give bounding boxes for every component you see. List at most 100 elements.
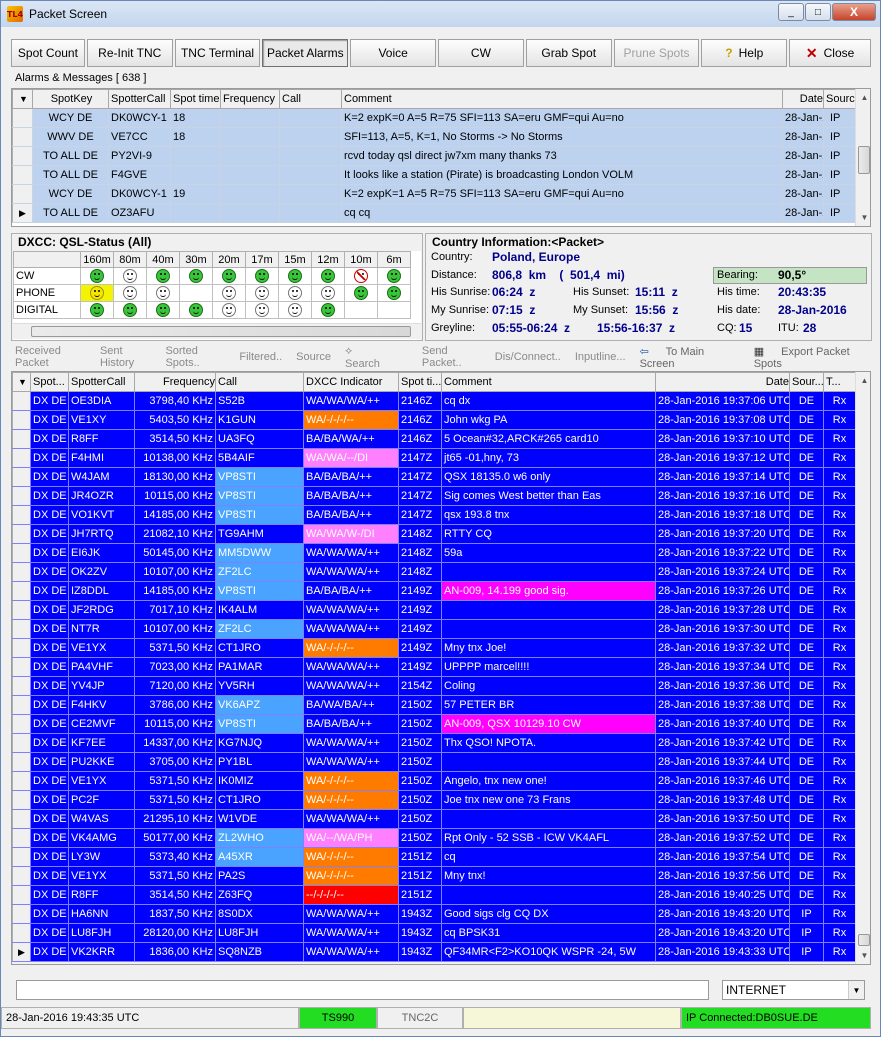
qsl-cell[interactable] — [311, 301, 345, 319]
spot-row[interactable]: DX DE YV4JP 7120,00 KHz YV5RH WA/WA/WA/++ 215… — [12, 676, 856, 696]
dxcc-hscroll[interactable] — [13, 323, 421, 339]
spot-row[interactable]: DX DE F4HMI 10138,00 KHz 5B4AIF WA/WA/--/DI 2… — [12, 448, 856, 468]
spot-row[interactable]: DX DE W4VAS 21295,10 KHz W1VDE WA/WA/WA/++ 21… — [12, 809, 856, 829]
spot-row[interactable]: DX DE JF2RDG 7017,10 KHz IK4ALM WA/WA/WA/++ 2… — [12, 600, 856, 620]
qsl-cell[interactable] — [278, 267, 312, 285]
to-main-screen-button[interactable]: ⇦ To Main Screen — [640, 345, 740, 370]
spot-row[interactable]: DX DE VE1YX 5371,50 KHz CT1JRO WA/-/-/-/-- 21… — [12, 638, 856, 658]
send-packet-button[interactable]: Send Packet.. — [422, 345, 481, 369]
qsl-cell[interactable] — [311, 267, 345, 285]
spot-row[interactable]: DX DE EI6JK 50145,00 KHz MM5DWW WA/WA/WA/++ 2… — [12, 543, 856, 563]
qsl-cell[interactable] — [146, 301, 180, 319]
qsl-cell[interactable] — [245, 267, 279, 285]
scroll-down-icon[interactable]: ▼ — [856, 209, 870, 226]
window-close-button[interactable]: X — [832, 3, 876, 21]
alarm-row[interactable]: WWV DE VE7CC 18 SFI=113, A=5, K=1, No Storm… — [12, 127, 856, 147]
alarms-column-header[interactable]: Date — [782, 89, 824, 109]
alarm-row[interactable]: ▶TO ALL DEOZ3AFU cq cq28-Jan-2016 19:08:1… — [12, 203, 856, 223]
qsl-cell[interactable] — [113, 284, 147, 302]
scroll-thumb[interactable] — [858, 934, 870, 946]
toolbar-button-spot-count[interactable]: Spot Count — [11, 39, 85, 67]
qsl-cell[interactable] — [212, 267, 246, 285]
alarms-column-header[interactable]: SpotKey — [32, 89, 109, 109]
spot-row[interactable]: DX DE R8FF 3514,50 KHz Z63FQ --/-/-/-/-- 2151… — [12, 885, 856, 905]
spot-row[interactable]: DX DE JH7RTQ 21082,10 KHz TG9AHM WA/WA/W-/DI… — [12, 524, 856, 544]
qsl-cell[interactable] — [80, 301, 114, 319]
qsl-cell[interactable] — [245, 301, 279, 319]
spots-column-header[interactable]: DXCC Indicator — [303, 372, 399, 392]
hscroll-thumb[interactable] — [31, 326, 411, 337]
qsl-cell[interactable] — [146, 284, 180, 302]
spots-column-header[interactable]: Frequency — [134, 372, 216, 392]
source-button[interactable]: Source — [296, 351, 331, 363]
chevron-down-icon[interactable]: ▼ — [848, 981, 864, 999]
spot-row[interactable]: DX DE VO1KVT 14185,00 KHz VP8STI BA/BA/BA/++… — [12, 505, 856, 525]
alarms-column-header[interactable]: Call — [279, 89, 342, 109]
qsl-cell[interactable] — [179, 284, 213, 302]
spot-row[interactable]: DX DE R8FF 3514,50 KHz UA3FQ BA/BA/WA/++ 2146… — [12, 429, 856, 449]
alarms-menu-icon[interactable]: ▼ — [12, 89, 33, 109]
spot-row[interactable]: DX DE VE1YX 5371,50 KHz IK0MIZ WA/-/-/-/-- 21… — [12, 771, 856, 791]
alarms-column-header[interactable]: SpotterCall — [108, 89, 171, 109]
spots-column-header[interactable]: Spot... — [30, 372, 69, 392]
spot-row[interactable]: DX DE OE3DIA 3798,40 KHz S52B WA/WA/WA/++ 214… — [12, 391, 856, 411]
disconnect-button[interactable]: Dis/Connect.. — [495, 351, 561, 363]
inputline-button[interactable]: Inputline... — [575, 351, 626, 363]
alarms-column-header[interactable]: Frequency — [220, 89, 280, 109]
spot-row[interactable]: DX DE NT7R 10107,00 KHz ZF2LC WA/WA/WA/++ 214… — [12, 619, 856, 639]
spot-row[interactable]: ▶ DX DE VK2KRR 1836,00 KHz SQ8NZB WA/WA/WA/++… — [12, 942, 856, 962]
received-packet-button[interactable]: Received Packet — [15, 345, 86, 369]
spot-row[interactable]: DX DE JR4OZR 10115,00 KHz VP8STI BA/BA/BA/++… — [12, 486, 856, 506]
sent-history-button[interactable]: Sent History — [100, 345, 152, 369]
spots-menu-icon[interactable]: ▼ — [12, 372, 31, 392]
qsl-cell[interactable] — [377, 267, 411, 285]
qsl-cell[interactable] — [344, 267, 378, 285]
qsl-cell[interactable] — [80, 267, 114, 285]
toolbar-button-cw[interactable]: CW — [438, 39, 524, 67]
spots-column-header[interactable]: Date — [655, 372, 790, 392]
spot-row[interactable]: DX DE LU8FJH 28120,00 KHz LU8FJH WA/WA/WA/++… — [12, 923, 856, 943]
spot-row[interactable]: DX DE CE2MVF 10115,00 KHz VP8STI BA/BA/BA/++… — [12, 714, 856, 734]
alarm-row[interactable]: WCY DE DK0WCY-1 19 K=2 expK=1 A=5 R=75 SFI=… — [12, 184, 856, 204]
spots-column-header[interactable]: T... — [823, 372, 856, 392]
alarms-scrollbar[interactable]: ▲ ▼ — [855, 89, 870, 226]
qsl-cell[interactable] — [80, 284, 114, 302]
qsl-cell[interactable] — [179, 267, 213, 285]
source-select[interactable]: INTERNET ▼ — [722, 980, 865, 1000]
command-input[interactable] — [16, 980, 709, 1000]
spot-row[interactable]: DX DE PA4VHF 7023,00 KHz PA1MAR WA/WA/WA/++ 2… — [12, 657, 856, 677]
spots-column-header[interactable]: Call — [215, 372, 304, 392]
spot-row[interactable]: DX DE VK4AMG 50177,00 KHz ZL2WHO WA/--/WA/PH… — [12, 828, 856, 848]
spot-row[interactable]: DX DE W4JAM 18130,00 KHz VP8STI BA/BA/BA/++ 2… — [12, 467, 856, 487]
toolbar-button-packet-alarms[interactable]: Packet Alarms — [262, 39, 349, 67]
search-button[interactable]: ⟡ Search — [345, 345, 408, 370]
spot-row[interactable]: DX DE VE1XY 5403,50 KHz K1GUN WA/-/-/-/-- 214… — [12, 410, 856, 430]
qsl-cell[interactable] — [245, 284, 279, 302]
toolbar-button-close[interactable]: ✕ Close — [789, 39, 872, 67]
qsl-cell[interactable] — [278, 284, 312, 302]
scroll-up-icon[interactable]: ▲ — [856, 89, 870, 106]
spots-scrollbar[interactable]: ▲ ▼ — [855, 372, 870, 964]
scroll-up-icon[interactable]: ▲ — [856, 372, 870, 389]
qsl-cell[interactable] — [212, 284, 246, 302]
scroll-thumb[interactable] — [858, 146, 870, 174]
maximize-button[interactable]: □ — [805, 3, 831, 21]
qsl-cell[interactable] — [146, 267, 180, 285]
spot-row[interactable]: DX DE OK2ZV 10107,00 KHz ZF2LC WA/WA/WA/++ 21… — [12, 562, 856, 582]
alarms-column-header[interactable]: Source — [823, 89, 856, 109]
qsl-cell[interactable] — [278, 301, 312, 319]
spots-column-header[interactable]: Spot ti... — [398, 372, 442, 392]
spot-row[interactable]: DX DE F4HKV 3786,00 KHz VK6APZ BA/WA/BA/++ 21… — [12, 695, 856, 715]
export-spots-button[interactable]: ▦ Export Packet Spots — [754, 345, 875, 370]
filtered-button[interactable]: Filtered.. — [239, 351, 282, 363]
spot-row[interactable]: DX DE IZ8DDL 14185,00 KHz VP8STI BA/BA/BA/++… — [12, 581, 856, 601]
spot-row[interactable]: DX DE VE1YX 5371,50 KHz PA2S WA/-/-/-/-- 2151… — [12, 866, 856, 886]
alarm-row[interactable]: TO ALL DE PY2VI-9 rcvd today qsl direct jw… — [12, 146, 856, 166]
qsl-cell[interactable] — [344, 284, 378, 302]
qsl-cell[interactable] — [377, 284, 411, 302]
toolbar-button-prune-spots[interactable]: Prune Spots — [613, 39, 700, 67]
qsl-cell[interactable] — [311, 284, 345, 302]
spot-row[interactable]: DX DE HA6NN 1837,50 KHz 8S0DX WA/WA/WA/++ 194… — [12, 904, 856, 924]
qsl-cell[interactable] — [113, 301, 147, 319]
scroll-down-icon[interactable]: ▼ — [856, 947, 870, 964]
